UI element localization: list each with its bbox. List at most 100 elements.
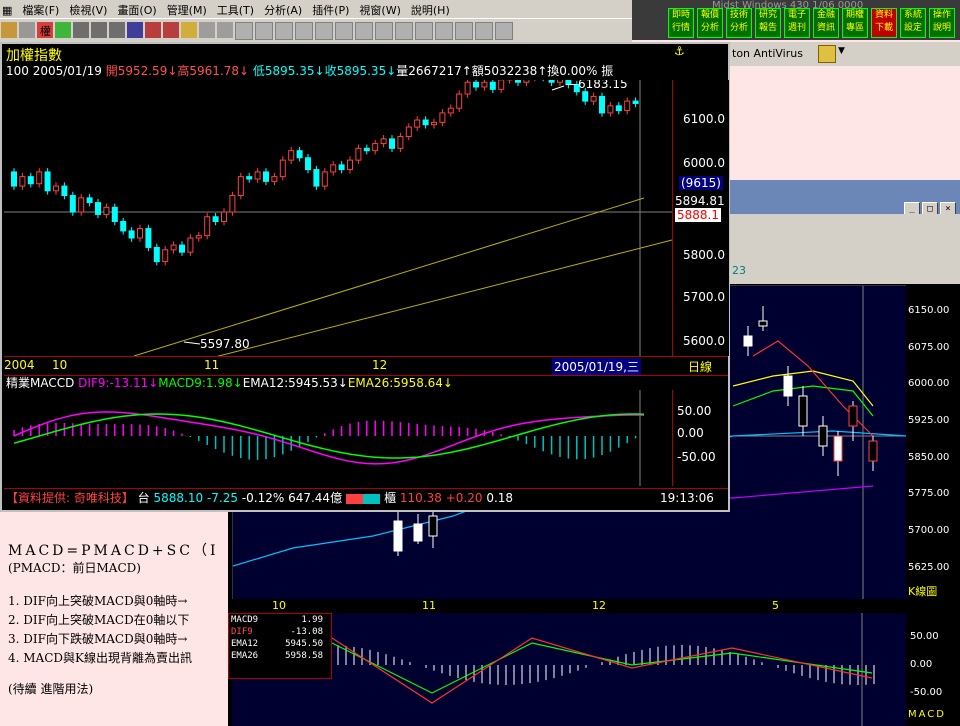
quote-info-field: 100 2005/01/19 xyxy=(6,64,102,78)
quick-launch-button[interactable]: 期權 專區 xyxy=(842,8,868,38)
macd-formula: MACD=PMACD+SC（I xyxy=(8,543,219,559)
date-axis-label: 10 xyxy=(52,358,68,372)
toolbar-tool-icon[interactable] xyxy=(127,22,143,38)
low-pointer xyxy=(183,341,201,345)
drawing-tool-icon[interactable] xyxy=(495,22,513,40)
quote-info-field: 開5952.59↓ xyxy=(101,64,178,78)
antivirus-icon[interactable] xyxy=(818,45,836,63)
toolbar-tool-icon[interactable] xyxy=(109,22,125,38)
candle-body xyxy=(380,138,387,145)
candle-body xyxy=(137,228,143,239)
macd-info-field: EMA12:5945.53↓ xyxy=(242,376,348,390)
drawing-tool-icon[interactable] xyxy=(475,22,493,40)
menu-help[interactable]: 說明(H) xyxy=(407,0,456,18)
candlestick-chart[interactable]: —6183.15 5597.80 xyxy=(4,80,672,356)
drawing-tool-icon[interactable] xyxy=(395,22,413,40)
menu-screen[interactable]: 畫面(O) xyxy=(113,0,162,18)
menu-tools[interactable]: 工具(T) xyxy=(213,0,260,18)
toolbar-tool-icon[interactable] xyxy=(73,22,89,38)
candle-body xyxy=(582,91,589,102)
candle-body xyxy=(128,230,135,239)
otc-value: 110.38 xyxy=(396,491,442,505)
drawing-tool-icon[interactable] xyxy=(435,22,453,40)
toolbar-tool-icon[interactable] xyxy=(19,22,35,38)
anchor-icon[interactable]: ⚓ xyxy=(674,44,685,58)
quick-launch-panel: Midst Windows 430 1/06 0000 即時 行情 報價 分析 技術… xyxy=(632,0,960,40)
macd-formula-note: (PMACD：前日MACD) xyxy=(8,561,141,575)
background-macd-legend: MACD9 1.99 DIF9 -13.08 EMA12 5945.50 EMA26 5958… xyxy=(228,613,332,679)
otc-extra: 0.18 xyxy=(482,491,514,505)
quick-launch-button[interactable]: 資料 下載 xyxy=(871,8,897,38)
otc-change: +0.20 xyxy=(441,491,483,505)
toolbar-tool-icon[interactable] xyxy=(145,22,161,38)
close-price-marker: 5888.1 xyxy=(675,208,721,222)
menu-view[interactable]: 檢視(V) xyxy=(65,0,113,18)
candle-body xyxy=(305,157,311,171)
drawing-tool-icon[interactable] xyxy=(315,22,333,40)
price-tick-label: 6075.00 xyxy=(908,341,950,353)
drawing-tool-icon[interactable] xyxy=(295,22,313,40)
menu-window[interactable]: 視窗(W) xyxy=(355,0,406,18)
candle-body xyxy=(818,425,828,447)
price-tick-label: 5800.0 xyxy=(683,248,725,262)
toolbar-tool-icon[interactable] xyxy=(163,22,179,38)
quick-launch-button[interactable]: 金融 資訊 xyxy=(813,8,839,38)
macd-chart[interactable] xyxy=(4,390,672,486)
drawing-tool-icon[interactable] xyxy=(355,22,373,40)
quick-launch-button[interactable]: 技術 分析 xyxy=(726,8,752,38)
quick-launch-button[interactable]: 報價 分析 xyxy=(697,8,723,38)
menu-plugin[interactable]: 插件(P) xyxy=(308,0,355,18)
candle-body xyxy=(624,100,631,112)
chevron-down-icon[interactable]: ▼ xyxy=(838,46,845,56)
candle-body xyxy=(498,80,505,90)
background-y-axis: 6150.00 6075.00 6000.00 5925.00 5850.00 5775.… xyxy=(906,285,960,599)
candle-body xyxy=(848,405,858,427)
candle-body xyxy=(229,195,236,213)
menu-analysis[interactable]: 分析(A) xyxy=(260,0,308,18)
candle-body xyxy=(313,169,320,187)
quick-launch-button[interactable]: 研究 報告 xyxy=(755,8,781,38)
drawing-tool-icon[interactable] xyxy=(235,22,253,40)
weight-label[interactable]: 權 xyxy=(40,23,51,39)
drawing-tool-icon[interactable] xyxy=(375,22,393,40)
drawing-tool-icon[interactable] xyxy=(455,22,473,40)
toolbar-tool-icon[interactable] xyxy=(1,22,17,38)
quick-launch-button[interactable]: 系統 設定 xyxy=(900,8,926,38)
drawing-tool-icon[interactable] xyxy=(275,22,293,40)
low-price-label: 5597.80 xyxy=(200,337,250,351)
candle-body xyxy=(397,136,404,149)
candle-body xyxy=(413,523,423,542)
price-tick-label: 6000.0 xyxy=(683,156,725,170)
candle-body xyxy=(53,185,59,192)
quick-launch-button[interactable]: 操作 說明 xyxy=(929,8,955,38)
candle-body xyxy=(95,202,101,215)
toolbar-tool-icon[interactable] xyxy=(181,22,197,38)
drawing-tool-icon[interactable] xyxy=(335,22,353,40)
toolbar-tool-icon[interactable] xyxy=(199,22,215,38)
note-item: 4. MACD與K線出現背離為賣出訊 xyxy=(8,651,192,665)
toolbar-tool-icon[interactable] xyxy=(55,22,71,38)
quick-launch-button[interactable]: 電子 週刊 xyxy=(784,8,810,38)
menu-file[interactable]: 檔案(F) xyxy=(18,0,65,18)
candle-body xyxy=(347,159,353,171)
candle-body xyxy=(279,159,286,178)
candle-body xyxy=(431,121,437,126)
toolbar-tool-icon[interactable] xyxy=(91,22,107,38)
candle-body xyxy=(120,220,127,232)
notes-panel: MACD=PMACD+SC（I (PMACD：前日MACD) 1. DIF向上突… xyxy=(8,540,228,699)
candle-body xyxy=(103,206,110,215)
taiex-volume: 647.44億 xyxy=(284,491,343,505)
quote-info-field: 振 xyxy=(597,64,614,78)
menu-manage[interactable]: 管理(M) xyxy=(163,0,213,18)
candle-body xyxy=(372,143,379,152)
taiex-value: 5888.10 xyxy=(149,491,204,505)
macd-legend-name: MACD9 xyxy=(231,615,259,625)
drawing-tool-icon[interactable] xyxy=(415,22,433,40)
drawing-tool-icon[interactable] xyxy=(255,22,273,40)
toolbar-tool-icon[interactable] xyxy=(217,22,233,38)
price-tick-label: 5850.00 xyxy=(908,451,950,463)
data-provider-label: 【資料提供: 奇唯科技】 xyxy=(6,491,134,505)
price-tick-label: 5700.0 xyxy=(683,290,725,304)
app-icon[interactable]: ▦ xyxy=(0,2,18,17)
quick-launch-button[interactable]: 即時 行情 xyxy=(668,8,694,38)
